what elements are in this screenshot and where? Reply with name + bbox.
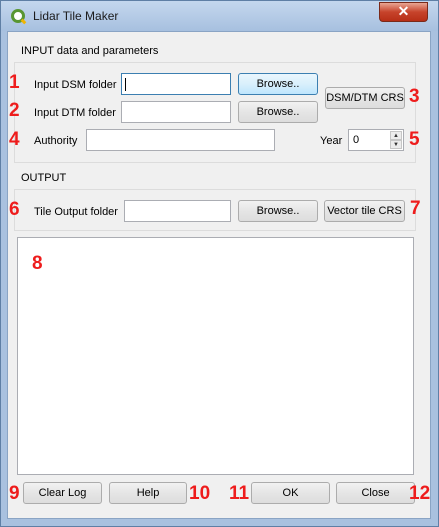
dtm-folder-label: Input DTM folder — [34, 107, 116, 119]
output-section-title: OUTPUT — [21, 172, 67, 184]
close-button[interactable]: Close — [336, 482, 415, 504]
dsm-dtm-crs-button[interactable]: DSM/DTM CRS — [325, 87, 405, 109]
window-close-button[interactable]: ✕ — [379, 2, 428, 22]
spin-up-arrow-icon[interactable]: ▲ — [390, 131, 402, 140]
annotation-marker-1: 1 — [9, 72, 20, 93]
annotation-marker-8: 8 — [32, 253, 43, 274]
clear-log-button[interactable]: Clear Log — [23, 482, 102, 504]
tile-output-browse-button[interactable]: Browse.. — [238, 200, 318, 222]
ok-button[interactable]: OK — [251, 482, 330, 504]
annotation-marker-5: 5 — [409, 129, 420, 150]
annotation-marker-3: 3 — [409, 86, 420, 107]
dsm-folder-label: Input DSM folder — [34, 79, 117, 91]
text-caret — [125, 78, 126, 91]
year-label: Year — [320, 135, 343, 147]
year-spinbox[interactable]: 0 ▲ ▼ — [348, 129, 404, 151]
title-bar[interactable]: Lidar Tile Maker ✕ — [1, 1, 438, 31]
annotation-marker-11: 11 — [229, 483, 250, 504]
help-button[interactable]: Help — [109, 482, 187, 504]
dtm-browse-button[interactable]: Browse.. — [238, 101, 318, 123]
input-section-title: INPUT data and parameters — [21, 45, 159, 57]
annotation-marker-4: 4 — [9, 129, 20, 150]
vector-tile-crs-button[interactable]: Vector tile CRS — [324, 200, 405, 222]
annotation-marker-2: 2 — [9, 100, 20, 121]
tile-output-folder-input[interactable] — [124, 200, 231, 222]
qgis-icon — [11, 9, 25, 23]
annotation-marker-7: 7 — [410, 198, 421, 219]
window-title: Lidar Tile Maker — [33, 9, 119, 23]
annotation-marker-10: 10 — [189, 483, 211, 504]
tile-output-folder-label: Tile Output folder — [34, 206, 118, 218]
dsm-folder-input[interactable] — [121, 73, 231, 95]
dsm-browse-button[interactable]: Browse.. — [238, 73, 318, 95]
annotation-marker-12: 12 — [409, 483, 431, 504]
authority-input[interactable] — [86, 129, 275, 151]
year-value: 0 — [353, 134, 360, 146]
spin-down-arrow-icon[interactable]: ▼ — [390, 140, 402, 149]
authority-label: Authority — [34, 135, 78, 147]
dtm-folder-input[interactable] — [121, 101, 231, 123]
annotation-marker-9: 9 — [9, 483, 20, 504]
annotation-marker-6: 6 — [9, 199, 20, 220]
log-output-area[interactable] — [17, 237, 414, 475]
